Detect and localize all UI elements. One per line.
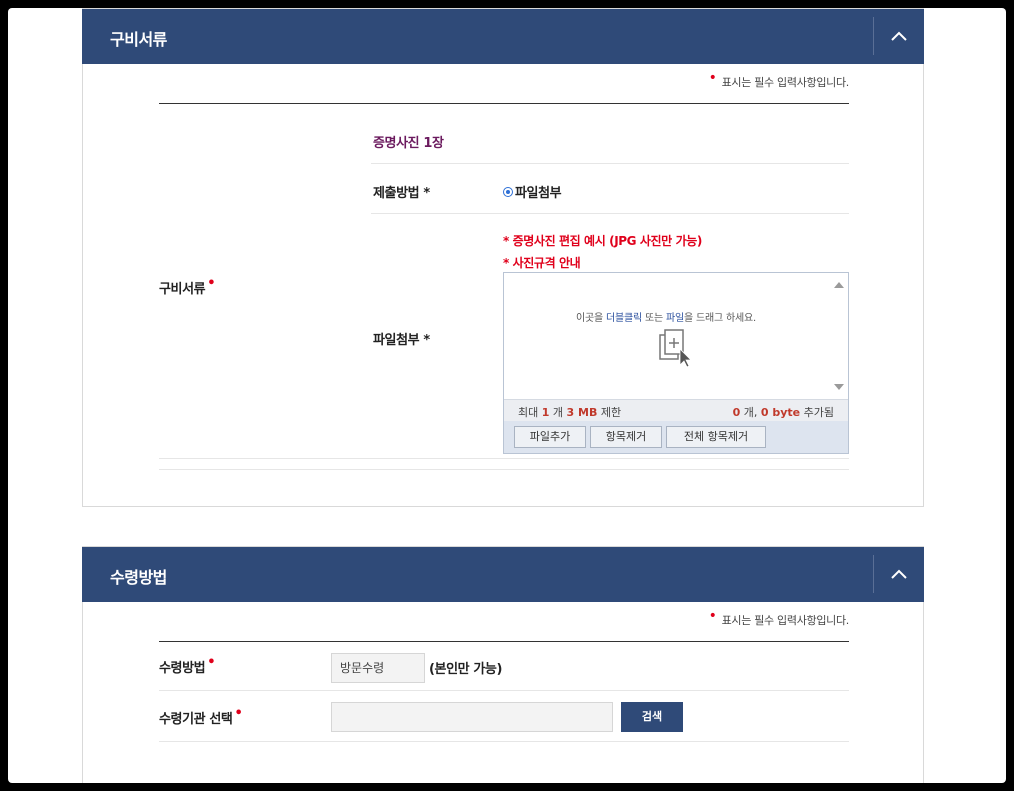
search-button[interactable]: 검색	[621, 702, 683, 732]
receipt-method-label: 수령방법 •	[159, 655, 216, 676]
uploader-button-bar: 파일추가 항목제거 전체 항목제거	[504, 421, 848, 453]
divider	[159, 641, 849, 642]
divider	[371, 163, 849, 164]
method-label: 제출방법 *	[373, 186, 430, 201]
receipt-header: 수령방법	[82, 547, 924, 602]
add-file-icon	[659, 329, 692, 368]
remove-all-button[interactable]: 전체 항목제거	[666, 426, 766, 448]
page-canvas: 구비서류 • 표시는 필수 입력사항입니다. 구비서류 • 증명사진 1장 제출방법…	[8, 8, 1006, 783]
receipt-title: 수령방법	[110, 568, 167, 587]
upload-count: 0 개, 0 byte 추가됨	[732, 406, 834, 419]
uploader-status: 최대 1 개 3 MB 제한 0 개, 0 byte 추가됨	[504, 399, 848, 422]
receipt-section: 수령방법 • 표시는 필수 입력사항입니다. 수령방법 • 방문수령 (본인만 가능…	[82, 546, 924, 783]
drop-area[interactable]: 이곳을 더블클릭 또는 파일을 드래그 하세요.	[504, 273, 828, 399]
chevron-up-icon	[891, 569, 907, 579]
collapse-button[interactable]	[873, 555, 924, 593]
upload-limit: 최대 1 개 3 MB 제한	[518, 406, 622, 419]
documents-title: 구비서류	[110, 30, 167, 49]
required-note: • 표시는 필수 입력사항입니다.	[708, 608, 850, 627]
divider	[159, 458, 849, 459]
collapse-button[interactable]	[873, 17, 924, 55]
drop-instructions: 이곳을 더블클릭 또는 파일을 드래그 하세요.	[576, 313, 756, 324]
method-option-label: 파일첨부	[515, 186, 562, 201]
doc-name: 증명사진 1장	[373, 136, 444, 151]
chevron-up-icon	[891, 31, 907, 41]
add-file-button[interactable]: 파일추가	[514, 426, 586, 448]
divider	[371, 213, 849, 214]
divider	[159, 469, 849, 470]
documents-section: 구비서류 • 표시는 필수 입력사항입니다. 구비서류 • 증명사진 1장 제출방법…	[82, 8, 924, 507]
uploader-scrollbar[interactable]	[830, 273, 848, 399]
attach-label: 파일첨부 *	[373, 333, 430, 348]
scroll-up-icon[interactable]	[834, 282, 844, 288]
edit-example-link[interactable]: * 증명사진 편집 예시 (JPG 사진만 가능)	[503, 232, 702, 249]
scroll-down-icon[interactable]	[834, 384, 844, 390]
photo-spec-link[interactable]: * 사진규격 안내	[503, 254, 581, 271]
receipt-method-field: 방문수령	[331, 653, 425, 683]
agency-input[interactable]	[331, 702, 613, 732]
agency-label: 수령기관 선택 •	[159, 706, 243, 727]
divider	[159, 103, 849, 104]
documents-header: 구비서류	[82, 9, 924, 64]
documents-row-label: 구비서류 •	[159, 276, 216, 297]
divider	[159, 741, 849, 742]
radio-file-attach[interactable]	[503, 187, 513, 197]
divider	[159, 690, 849, 691]
remove-item-button[interactable]: 항목제거	[590, 426, 662, 448]
receipt-method-note: (본인만 가능)	[429, 662, 503, 677]
required-note: • 표시는 필수 입력사항입니다.	[708, 70, 850, 89]
file-uploader[interactable]: 이곳을 더블클릭 또는 파일을 드래그 하세요. 최대 1 개 3 MB 제한 …	[503, 272, 849, 454]
